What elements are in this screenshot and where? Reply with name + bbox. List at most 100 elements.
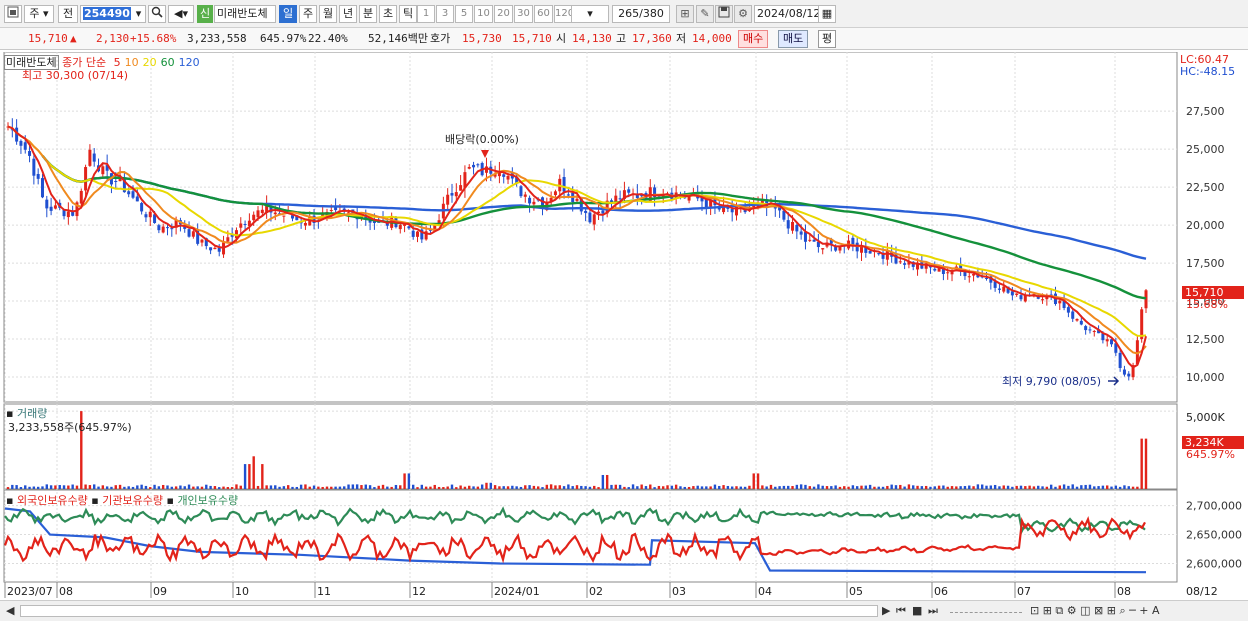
period-type-label: 주 — [29, 7, 40, 20]
volume-bar — [718, 485, 721, 489]
chart-canvas[interactable]: 27,50025,00022,50020,00017,50015,00012,5… — [0, 51, 1248, 602]
candle-body — [601, 210, 605, 214]
chart-type-icon[interactable] — [4, 5, 22, 23]
volume-bar — [985, 485, 988, 489]
period-button-6[interactable]: 틱 — [399, 5, 417, 23]
buy-button[interactable]: 매수 — [738, 30, 769, 48]
interval-button-5[interactable]: 30 — [514, 5, 533, 23]
candle-body — [588, 212, 592, 223]
volume-bar — [149, 487, 152, 489]
volume-bar — [1028, 485, 1031, 489]
sell-button[interactable]: 매도 — [778, 30, 809, 48]
bottom-scrollbar[interactable]: ◀ ▶ ⏮ ■ ⏭ ⊡ ⊞ ⧉ ⚙ ◫ ⊠ ⊞ ⌕ ─ + A — [0, 600, 1248, 621]
candle-body — [467, 166, 471, 169]
volume-bar — [1101, 485, 1105, 489]
volume-bar — [360, 485, 363, 489]
candle-body — [127, 191, 131, 195]
volume-bar — [67, 485, 70, 489]
candle-body — [967, 276, 971, 278]
grid-icon[interactable]: ⊞ — [676, 5, 694, 23]
volume-bar — [821, 485, 824, 489]
interval-button-6[interactable]: 60 — [534, 5, 553, 23]
volume-bar — [972, 486, 975, 489]
candle-body — [1010, 291, 1014, 296]
period-button-3[interactable]: 년 — [339, 5, 357, 23]
chart-area[interactable]: 27,500 25,000 22,500 20,000 17,500 15,000 12,5… — [0, 51, 1248, 602]
volume-bar — [468, 485, 471, 489]
candle-body — [416, 231, 420, 237]
price-tick-label: 20,000 — [1186, 219, 1225, 232]
interval-button-0[interactable]: 1 — [417, 5, 435, 23]
stop-icon[interactable]: ■ — [912, 604, 922, 617]
candle-body — [562, 177, 566, 192]
volume-bar — [692, 486, 695, 489]
count-field[interactable]: 265/380 — [612, 5, 670, 23]
volume-bar — [937, 485, 941, 489]
new-listing-badge: 신 — [197, 5, 213, 23]
candle-body — [213, 247, 217, 250]
candle-body — [28, 151, 32, 156]
month-label: 08 — [59, 585, 73, 598]
candle-body — [157, 225, 161, 231]
period-button-2[interactable]: 월 — [319, 5, 337, 23]
volume-bar — [558, 485, 561, 489]
volume-bar — [1136, 486, 1139, 489]
calendar-icon[interactable]: ▦ — [818, 5, 836, 23]
search-icon[interactable] — [148, 5, 166, 23]
volume-bar — [1093, 486, 1096, 489]
period-type-select[interactable]: 주 ▾ — [24, 5, 54, 23]
volume-bar — [998, 486, 1001, 489]
volume-bar — [812, 486, 816, 489]
zoom-slider[interactable] — [950, 607, 1022, 613]
volume-bar — [364, 484, 367, 489]
gear-icon[interactable]: ⚙ — [734, 5, 752, 23]
period-button-1[interactable]: 주 — [299, 5, 317, 23]
candle-body — [243, 224, 247, 226]
volume-bar — [700, 486, 704, 489]
candle-body — [446, 194, 450, 205]
volume-bar — [399, 485, 402, 489]
interval-button-4[interactable]: 20 — [494, 5, 513, 23]
volume-bar — [157, 486, 161, 489]
chevron-down-icon[interactable]: ▾ — [132, 5, 146, 23]
stock-name-field[interactable]: 미래반도체 — [214, 5, 276, 23]
candle-body — [476, 164, 480, 166]
full-button[interactable]: 전 — [58, 5, 78, 23]
volume-bar — [808, 486, 811, 489]
volume-bar — [511, 485, 514, 489]
volume-bar — [28, 486, 31, 489]
candle-body — [1019, 295, 1023, 300]
candle-body — [997, 288, 1001, 290]
candle-body — [66, 211, 70, 218]
volume-bar — [71, 484, 74, 489]
volume-bar — [657, 485, 661, 489]
interval-button-1[interactable]: 3 — [436, 5, 454, 23]
tool-icons[interactable]: ⊡ ⊞ ⧉ ⚙ ◫ ⊠ ⊞ ⌕ ─ + A — [1030, 604, 1159, 618]
volume-bar — [459, 485, 462, 489]
period-button-5[interactable]: 초 — [379, 5, 397, 23]
quote-label: 호가 — [430, 32, 451, 45]
volume-bar — [838, 486, 842, 489]
interval-select[interactable]: ▾ — [571, 5, 609, 23]
save-icon[interactable] — [715, 5, 733, 23]
interval-button-2[interactable]: 5 — [455, 5, 473, 23]
wrench-icon[interactable]: ✎ — [696, 5, 714, 23]
candle-body — [575, 198, 579, 201]
volume-bar — [748, 485, 751, 489]
volume-bar — [1041, 486, 1044, 489]
scroll-left-icon[interactable]: ◀ — [6, 604, 14, 617]
rewind-icon[interactable]: ⏮ — [896, 604, 906, 618]
volume-bar — [791, 486, 794, 489]
volume-bar — [614, 484, 617, 489]
period-button-0[interactable]: 일 — [279, 5, 297, 23]
period-button-4[interactable]: 분 — [359, 5, 377, 23]
volume-bar — [584, 486, 587, 489]
volume-tick: 5,000K — [1186, 411, 1225, 424]
interval-button-3[interactable]: 10 — [474, 5, 493, 23]
scroll-right-icon[interactable]: ▶ — [882, 604, 890, 617]
forward-icon[interactable]: ⏭ — [928, 604, 938, 618]
average-button[interactable]: 평 — [818, 30, 837, 48]
speaker-icon[interactable]: ◀▾ — [168, 5, 194, 23]
volume-bar — [286, 485, 290, 489]
scroll-track[interactable] — [20, 605, 878, 617]
